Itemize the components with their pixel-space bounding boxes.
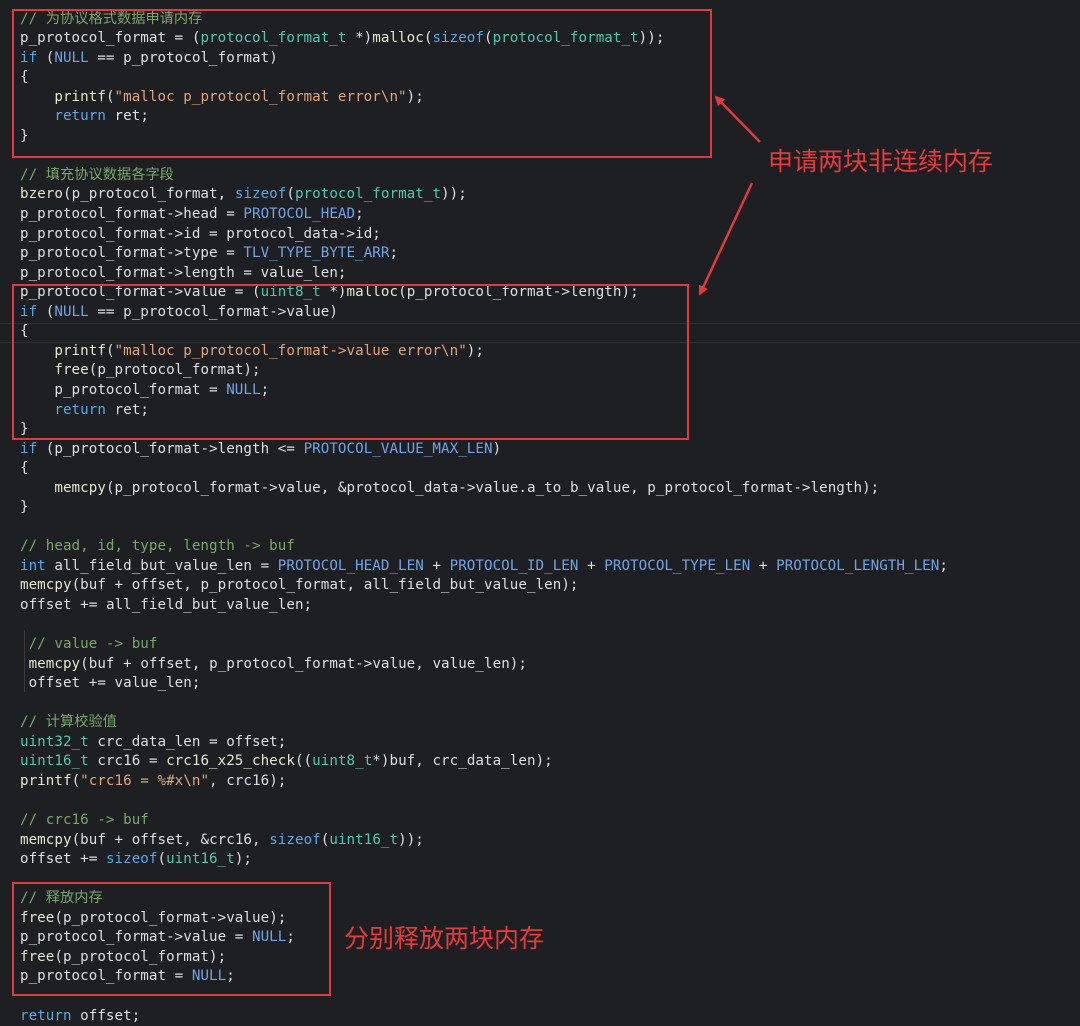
annotation-alloc-note: 申请两块非连续内存	[768, 147, 994, 176]
arrow-to-first-block	[714, 95, 761, 143]
annotation-free-note: 分别释放两块内存	[344, 924, 545, 953]
arrow-to-second-block	[698, 182, 754, 296]
